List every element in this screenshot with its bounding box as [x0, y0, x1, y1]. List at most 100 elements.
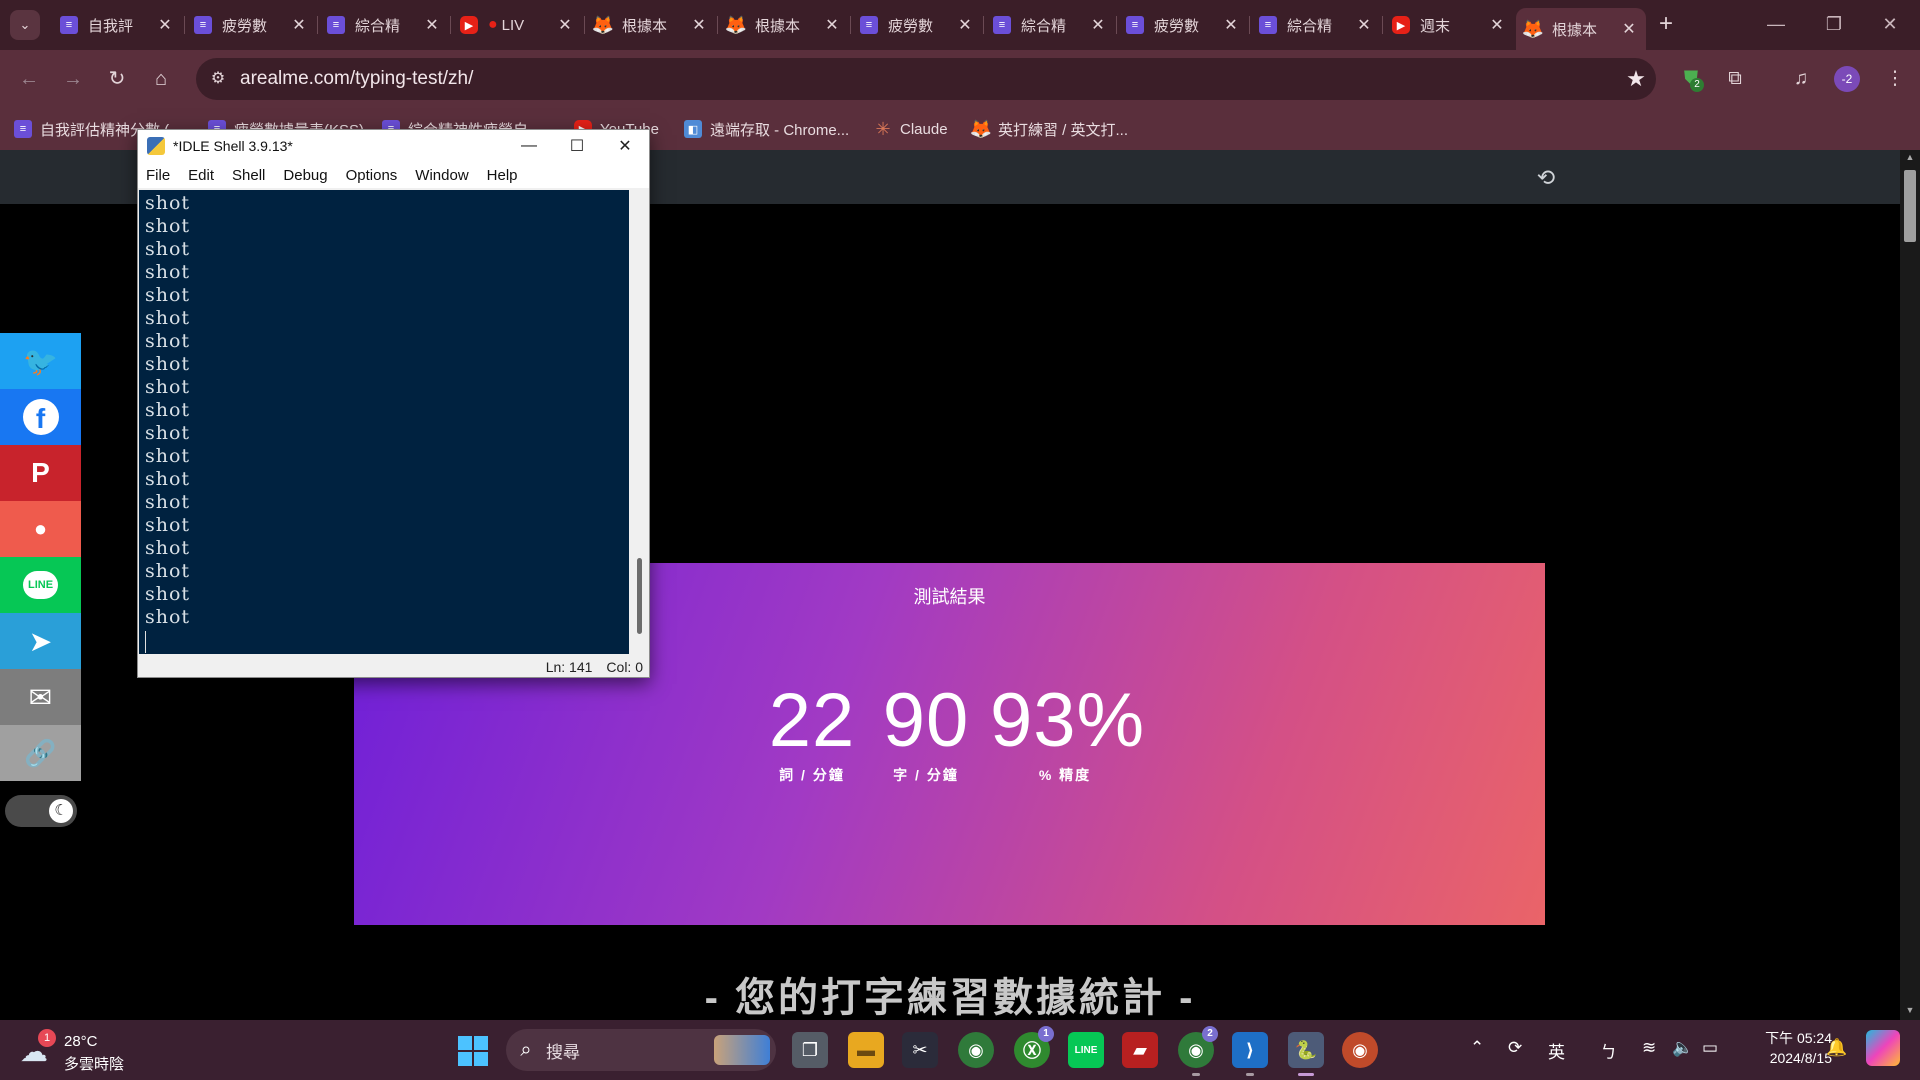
browser-tab[interactable]: ≡ 綜合精 ✕: [985, 8, 1115, 42]
menu-debug[interactable]: Debug: [283, 167, 327, 184]
bookmark-star-icon[interactable]: ★: [1616, 66, 1656, 92]
copilot-icon[interactable]: [1866, 1030, 1900, 1066]
extension-shield-icon[interactable]: ⛊ 2: [1676, 64, 1706, 94]
idle-minimize-button[interactable]: —: [505, 137, 553, 155]
idle-scrollbar[interactable]: [629, 190, 649, 654]
email-share-button[interactable]: ✉: [0, 669, 81, 725]
menu-edit[interactable]: Edit: [188, 167, 214, 184]
idle-close-button[interactable]: ✕: [601, 136, 649, 156]
telegram-share-button[interactable]: ➤: [0, 613, 81, 669]
close-icon[interactable]: ✕: [956, 15, 974, 35]
twitter-share-button[interactable]: 🐦: [0, 333, 81, 389]
address-bar[interactable]: ⚙ arealme.com/typing-test/zh/ ★: [196, 58, 1656, 100]
chrome-profile-icon[interactable]: ◉ 2: [1178, 1026, 1218, 1076]
menu-help[interactable]: Help: [487, 167, 518, 184]
python-idle-icon[interactable]: 🐍: [1288, 1032, 1324, 1076]
idle-maximize-button[interactable]: ☐: [553, 136, 601, 156]
forward-button[interactable]: →: [58, 64, 88, 94]
page-scrollbar[interactable]: [1900, 150, 1920, 1020]
close-icon[interactable]: ✕: [823, 15, 841, 35]
bookmark-item[interactable]: 🦊 英打練習 / 英文打...: [970, 116, 1128, 142]
idle-scroll-thumb[interactable]: [637, 558, 642, 634]
history-icon[interactable]: ⟲: [1532, 164, 1560, 192]
bookmark-item[interactable]: ◧ 遠端存取 - Chrome...: [684, 116, 849, 142]
scroll-down-icon[interactable]: ▼: [1904, 1005, 1916, 1015]
home-button[interactable]: ⌂: [146, 64, 176, 94]
browser-tab[interactable]: ▶ ● LIV ✕: [452, 8, 582, 42]
browser-tab-active[interactable]: 🦊 根據本 ✕: [1516, 8, 1646, 50]
sync-icon[interactable]: ⟳: [1508, 1038, 1522, 1058]
dark-mode-toggle[interactable]: ☾: [5, 795, 77, 827]
snipping-tool-icon[interactable]: ✂: [902, 1032, 938, 1068]
copy-link-button[interactable]: 🔗: [0, 725, 81, 781]
browser-tab[interactable]: ≡ 疲勞數 ✕: [1118, 8, 1248, 42]
weibo-share-button[interactable]: ●: [0, 501, 81, 557]
kebab-menu-icon[interactable]: ⋮: [1880, 64, 1910, 94]
xbox-icon[interactable]: Ⓧ 1: [1014, 1026, 1054, 1068]
close-icon[interactable]: ✕: [156, 15, 174, 35]
browser-tab[interactable]: ≡ 疲勞數 ✕: [852, 8, 982, 42]
new-tab-button[interactable]: +: [1652, 11, 1680, 39]
page-scroll-thumb[interactable]: [1904, 170, 1916, 242]
extensions-puzzle-icon[interactable]: ⧉: [1720, 64, 1750, 94]
close-icon[interactable]: ✕: [1355, 15, 1373, 35]
browser-tab[interactable]: 🦊 根據本 ✕: [586, 8, 716, 42]
vscode-icon[interactable]: ⟩: [1232, 1032, 1268, 1076]
close-icon[interactable]: ✕: [1222, 15, 1240, 35]
menu-file[interactable]: File: [146, 167, 170, 184]
browser-tab[interactable]: ≡ 綜合精 ✕: [319, 8, 449, 42]
line-app-icon[interactable]: LINE: [1068, 1032, 1104, 1068]
pinterest-share-button[interactable]: P: [0, 445, 81, 501]
menu-shell[interactable]: Shell: [232, 167, 265, 184]
tab-search-button[interactable]: ⌄: [10, 10, 40, 40]
media-control-icon[interactable]: ♫: [1786, 64, 1816, 94]
browser-tab[interactable]: 🦊 根據本 ✕: [719, 8, 849, 42]
task-view-icon[interactable]: ❐: [792, 1032, 828, 1068]
bookmark-item[interactable]: ✳ Claude: [874, 116, 947, 142]
taskbar-search[interactable]: ⌕ 搜尋: [506, 1029, 776, 1071]
close-icon[interactable]: ✕: [1620, 19, 1638, 39]
close-window-button[interactable]: ✕: [1870, 10, 1910, 38]
back-button[interactable]: ←: [14, 64, 44, 94]
chrome-icon[interactable]: ◉: [958, 1032, 994, 1068]
menu-options[interactable]: Options: [346, 167, 398, 184]
browser-tab[interactable]: ▶ 週末 ✕: [1384, 8, 1514, 42]
close-icon[interactable]: ✕: [1089, 15, 1107, 35]
line-share-button[interactable]: LINE: [0, 557, 81, 613]
system-clock[interactable]: 下午 05:24 2024/8/15: [1742, 1028, 1832, 1068]
url-text[interactable]: arealme.com/typing-test/zh/: [240, 68, 1616, 90]
file-explorer-icon[interactable]: ▬: [848, 1032, 884, 1068]
profile-avatar[interactable]: -2: [1834, 66, 1860, 92]
browser-tab[interactable]: ≡ 綜合精 ✕: [1251, 8, 1381, 42]
close-icon[interactable]: ✕: [1488, 15, 1506, 35]
close-icon[interactable]: ✕: [690, 15, 708, 35]
battery-icon[interactable]: ▭: [1702, 1038, 1718, 1058]
site-settings-icon[interactable]: ⚙: [204, 65, 232, 93]
browser-tab[interactable]: ≡ 疲勞數 ✕: [186, 8, 316, 42]
scroll-up-icon[interactable]: ▲: [1904, 152, 1916, 162]
ime-mode[interactable]: ㄅ: [1600, 1038, 1617, 1063]
browser-toolbar: ← → ↻ ⌂ ⚙ arealme.com/typing-test/zh/ ★ …: [0, 50, 1920, 108]
restore-button[interactable]: ❐: [1814, 10, 1854, 38]
ime-language[interactable]: 英: [1548, 1038, 1565, 1063]
start-button[interactable]: [458, 1036, 488, 1066]
tray-overflow-icon[interactable]: ⌃: [1470, 1038, 1484, 1058]
weather-widget[interactable]: ☁ 1 28°C 多雲時陰: [20, 1029, 140, 1073]
red-app-icon[interactable]: ▰: [1122, 1032, 1158, 1068]
idle-shell-output[interactable]: shot shot shot shot shot shot shot shot …: [139, 190, 629, 654]
close-icon[interactable]: ✕: [290, 15, 308, 35]
reload-icon: ↻: [108, 68, 126, 90]
wifi-icon[interactable]: ≋: [1642, 1038, 1656, 1058]
xbox-badge: 1: [1038, 1026, 1054, 1042]
reload-button[interactable]: ↻: [102, 64, 132, 94]
browser-tab[interactable]: ≡ 自我評 ✕: [52, 8, 182, 42]
close-icon[interactable]: ✕: [423, 15, 441, 35]
chrome-alt-icon[interactable]: ◉: [1342, 1032, 1378, 1068]
idle-titlebar[interactable]: *IDLE Shell 3.9.13* — ☐ ✕: [138, 130, 649, 162]
close-icon[interactable]: ✕: [556, 15, 574, 35]
volume-icon[interactable]: 🔈: [1672, 1038, 1693, 1058]
facebook-share-button[interactable]: f: [0, 389, 81, 445]
menu-window[interactable]: Window: [415, 167, 468, 184]
minimize-button[interactable]: —: [1756, 10, 1796, 38]
notification-bell-icon[interactable]: 🔔: [1826, 1038, 1847, 1058]
